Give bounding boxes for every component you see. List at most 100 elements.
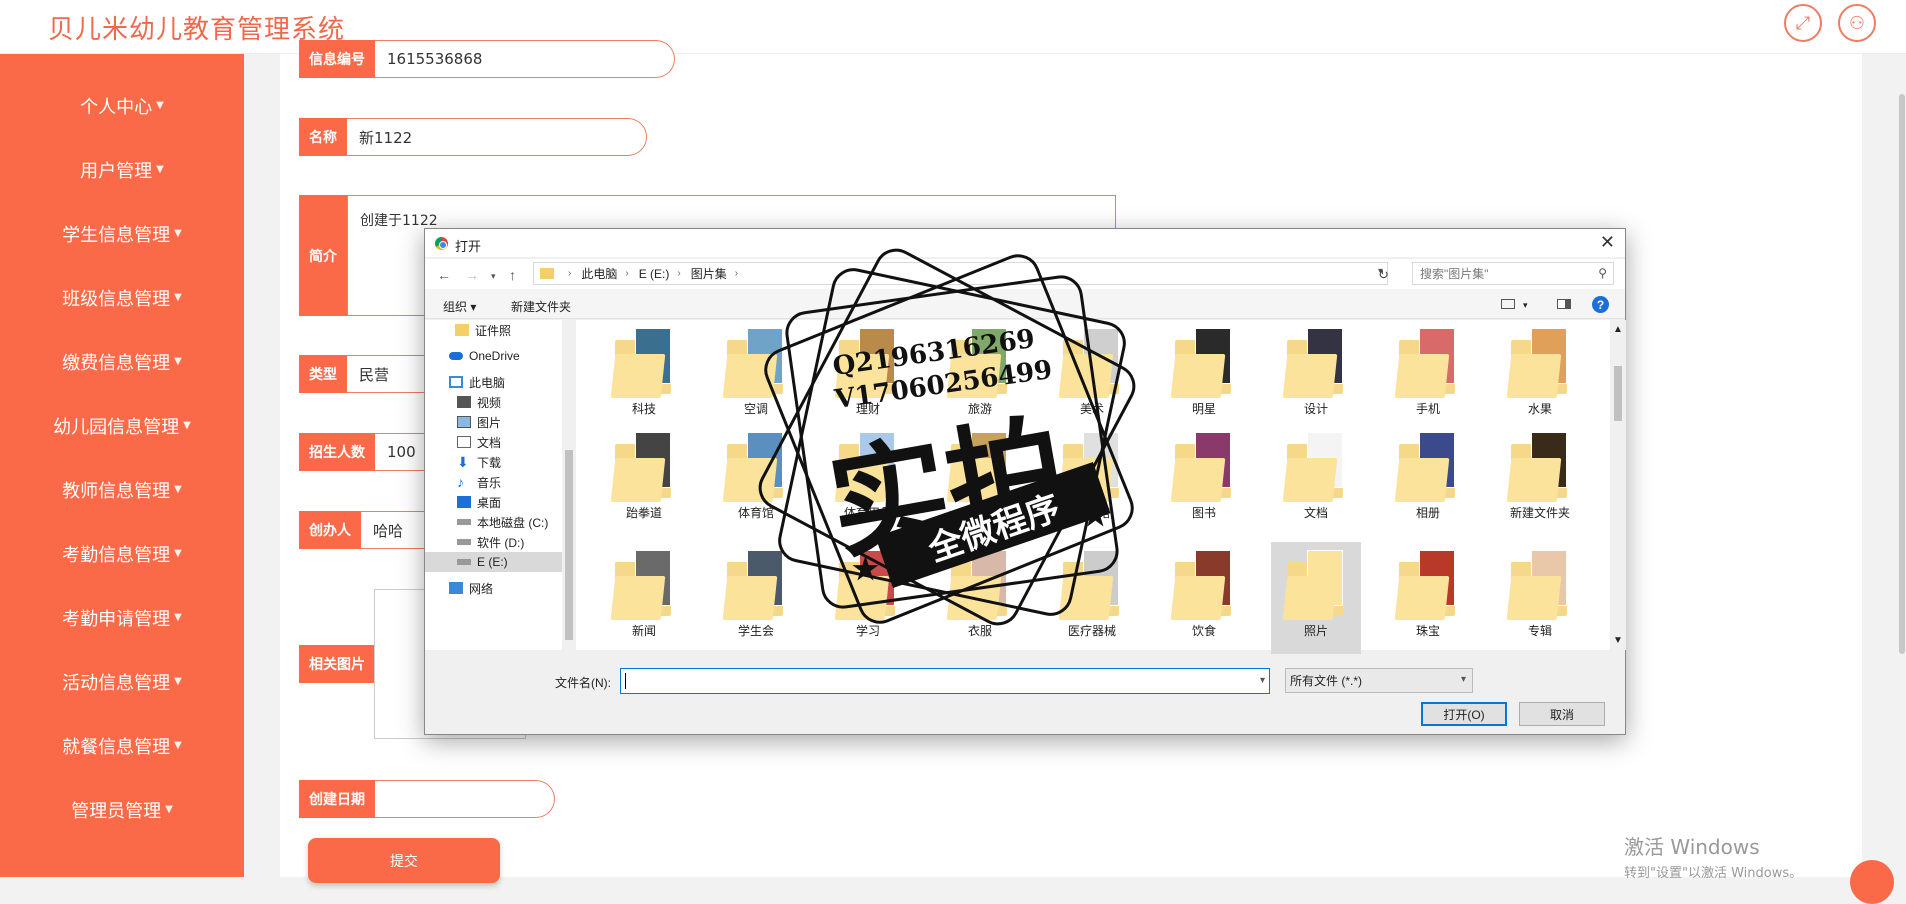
- info-no-input[interactable]: 1615536868: [375, 40, 675, 78]
- nav-item-drive-e[interactable]: E (E:): [425, 552, 562, 572]
- view-mode-icon[interactable]: [1501, 299, 1515, 309]
- sidebar-item-classes[interactable]: 班级信息管理 ▼: [0, 278, 244, 318]
- file-item[interactable]: 水果: [1495, 320, 1585, 432]
- nav-item-videos[interactable]: 视频: [425, 392, 562, 412]
- sidebar-item-kindergarten[interactable]: 幼儿园信息管理 ▼: [0, 406, 244, 446]
- nav-item-desktop[interactable]: 桌面: [425, 492, 562, 512]
- caret-down-icon: ▼: [174, 739, 182, 751]
- nav-item-this-pc[interactable]: 此电脑: [425, 372, 562, 392]
- file-name: 理财: [855, 402, 880, 416]
- drive-icon: [457, 559, 471, 565]
- submit-button[interactable]: 提交: [308, 838, 500, 883]
- sidebar-item-students[interactable]: 学生信息管理 ▼: [0, 214, 244, 254]
- filename-input[interactable]: ▾: [620, 668, 1270, 694]
- up-icon[interactable]: ↑: [509, 267, 516, 283]
- chevron-down-icon[interactable]: ▾: [1523, 300, 1528, 311]
- file-item[interactable]: 空调: [711, 320, 801, 432]
- file-item[interactable]: 明星: [1159, 320, 1249, 432]
- name-input[interactable]: 新1122: [347, 118, 647, 156]
- address-bar[interactable]: › 此电脑 › E (E:) › 图片集 › ▾: [533, 262, 1388, 285]
- chevron-down-icon[interactable]: ▾: [1260, 675, 1265, 686]
- user-icon: ⚇: [1848, 12, 1866, 34]
- close-icon[interactable]: ✕: [1600, 232, 1615, 253]
- file-item[interactable]: 专辑: [1495, 542, 1585, 654]
- fullscreen-button[interactable]: ⤢: [1784, 4, 1822, 42]
- file-item[interactable]: 图书: [1159, 424, 1249, 536]
- file-item[interactable]: 手机: [1383, 320, 1473, 432]
- file-item[interactable]: 设计: [1271, 320, 1361, 432]
- chevron-down-icon[interactable]: ▼: [1613, 635, 1623, 646]
- sidebar-item-meals[interactable]: 就餐信息管理 ▼: [0, 726, 244, 766]
- nav-item-drive-d[interactable]: 软件 (D:): [425, 532, 562, 552]
- sidebar-item-users[interactable]: 用户管理 ▼: [0, 150, 244, 190]
- sidebar-item-attendance-requests[interactable]: 考勤申请管理 ▼: [0, 598, 244, 638]
- back-icon[interactable]: ←: [437, 267, 451, 283]
- file-item[interactable]: 投影: [935, 424, 1025, 536]
- file-item[interactable]: 珠宝: [1383, 542, 1473, 654]
- file-name: 体育馆: [737, 506, 774, 520]
- recent-dropdown-icon[interactable]: ▾: [491, 271, 496, 282]
- open-button[interactable]: 打开(O): [1421, 702, 1507, 726]
- nav-item-downloads[interactable]: ⬇ 下载: [425, 452, 562, 472]
- caret-down-icon: ▼: [174, 483, 182, 495]
- file-item[interactable]: 衣服: [935, 542, 1025, 654]
- file-item[interactable]: 相册: [1383, 424, 1473, 536]
- file-item[interactable]: 体育馆: [711, 424, 801, 536]
- file-item[interactable]: 医疗器械: [1047, 542, 1137, 654]
- file-item[interactable]: 学习: [823, 542, 913, 654]
- nav-item-id-photos[interactable]: 证件照: [425, 320, 562, 340]
- file-item[interactable]: 美术: [1047, 320, 1137, 432]
- caret-down-icon: ▼: [183, 419, 191, 431]
- folder-icon: [834, 326, 899, 398]
- preview-pane-icon[interactable]: [1557, 299, 1571, 309]
- drive-icon: [457, 539, 471, 545]
- nav-item-onedrive[interactable]: OneDrive: [425, 346, 562, 366]
- download-icon: ⬇: [457, 454, 469, 470]
- dialog-title-bar: 打开 ✕: [425, 229, 1625, 257]
- file-name: 明星: [1191, 402, 1216, 416]
- file-item[interactable]: 图书馆: [1047, 424, 1137, 536]
- nav-item-pictures[interactable]: 图片: [425, 412, 562, 432]
- breadcrumb-picture-set[interactable]: 图片集: [691, 265, 727, 282]
- file-type-select[interactable]: 所有文件 (*.*) ▾: [1285, 668, 1473, 693]
- file-name: 图书: [1191, 506, 1216, 520]
- chevron-up-icon[interactable]: ▲: [1613, 324, 1623, 335]
- sidebar-item-teachers[interactable]: 教师信息管理 ▼: [0, 470, 244, 510]
- file-item[interactable]: 理财: [823, 320, 913, 432]
- cancel-button[interactable]: 取消: [1519, 702, 1605, 726]
- user-button[interactable]: ⚇: [1838, 4, 1876, 42]
- sidebar-item-attendance[interactable]: 考勤信息管理 ▼: [0, 534, 244, 574]
- file-item[interactable]: 旅游: [935, 320, 1025, 432]
- sidebar-item-activities[interactable]: 活动信息管理 ▼: [0, 662, 244, 702]
- file-item[interactable]: 新闻: [599, 542, 689, 654]
- file-item[interactable]: 新建文件夹: [1495, 424, 1585, 536]
- sidebar-item-payments[interactable]: 缴费信息管理 ▼: [0, 342, 244, 382]
- nav-item-drive-c[interactable]: 本地磁盘 (C:): [425, 512, 562, 532]
- page-scrollbar[interactable]: [1898, 54, 1906, 877]
- file-item[interactable]: 学生会: [711, 542, 801, 654]
- windows-activation-watermark: 激活 Windows 转到"设置"以激活 Windows。: [1624, 835, 1803, 881]
- file-item[interactable]: 照片: [1271, 542, 1361, 654]
- file-item[interactable]: 文档: [1271, 424, 1361, 536]
- created-date-input[interactable]: [375, 780, 555, 818]
- nav-item-documents[interactable]: 文档: [425, 432, 562, 452]
- organize-menu[interactable]: 组织 ▾: [443, 298, 476, 315]
- nav-item-music[interactable]: ♪ 音乐: [425, 472, 562, 492]
- breadcrumb-drive-e[interactable]: E (E:): [639, 267, 670, 281]
- refresh-icon[interactable]: ↻: [1378, 267, 1389, 283]
- file-item[interactable]: 体育用品: [823, 424, 913, 536]
- sidebar-item-personal-center[interactable]: 个人中心 ▼: [0, 86, 244, 126]
- file-item[interactable]: 科技: [599, 320, 689, 432]
- file-list-scrollbar[interactable]: ▲ ▼: [1610, 320, 1626, 650]
- floating-button[interactable]: [1850, 860, 1894, 904]
- nav-item-network[interactable]: 网络: [425, 578, 562, 598]
- forward-icon[interactable]: →: [465, 267, 479, 283]
- nav-scrollbar[interactable]: [562, 320, 576, 650]
- help-icon[interactable]: ?: [1592, 296, 1609, 313]
- file-item[interactable]: 跆拳道: [599, 424, 689, 536]
- breadcrumb-this-pc[interactable]: 此电脑: [581, 265, 617, 282]
- new-folder-button[interactable]: 新建文件夹: [511, 298, 571, 315]
- sidebar-item-admins[interactable]: 管理员管理 ▼: [0, 790, 244, 830]
- file-item[interactable]: 饮食: [1159, 542, 1249, 654]
- search-input[interactable]: 搜索"图片集" ⚲: [1412, 262, 1614, 285]
